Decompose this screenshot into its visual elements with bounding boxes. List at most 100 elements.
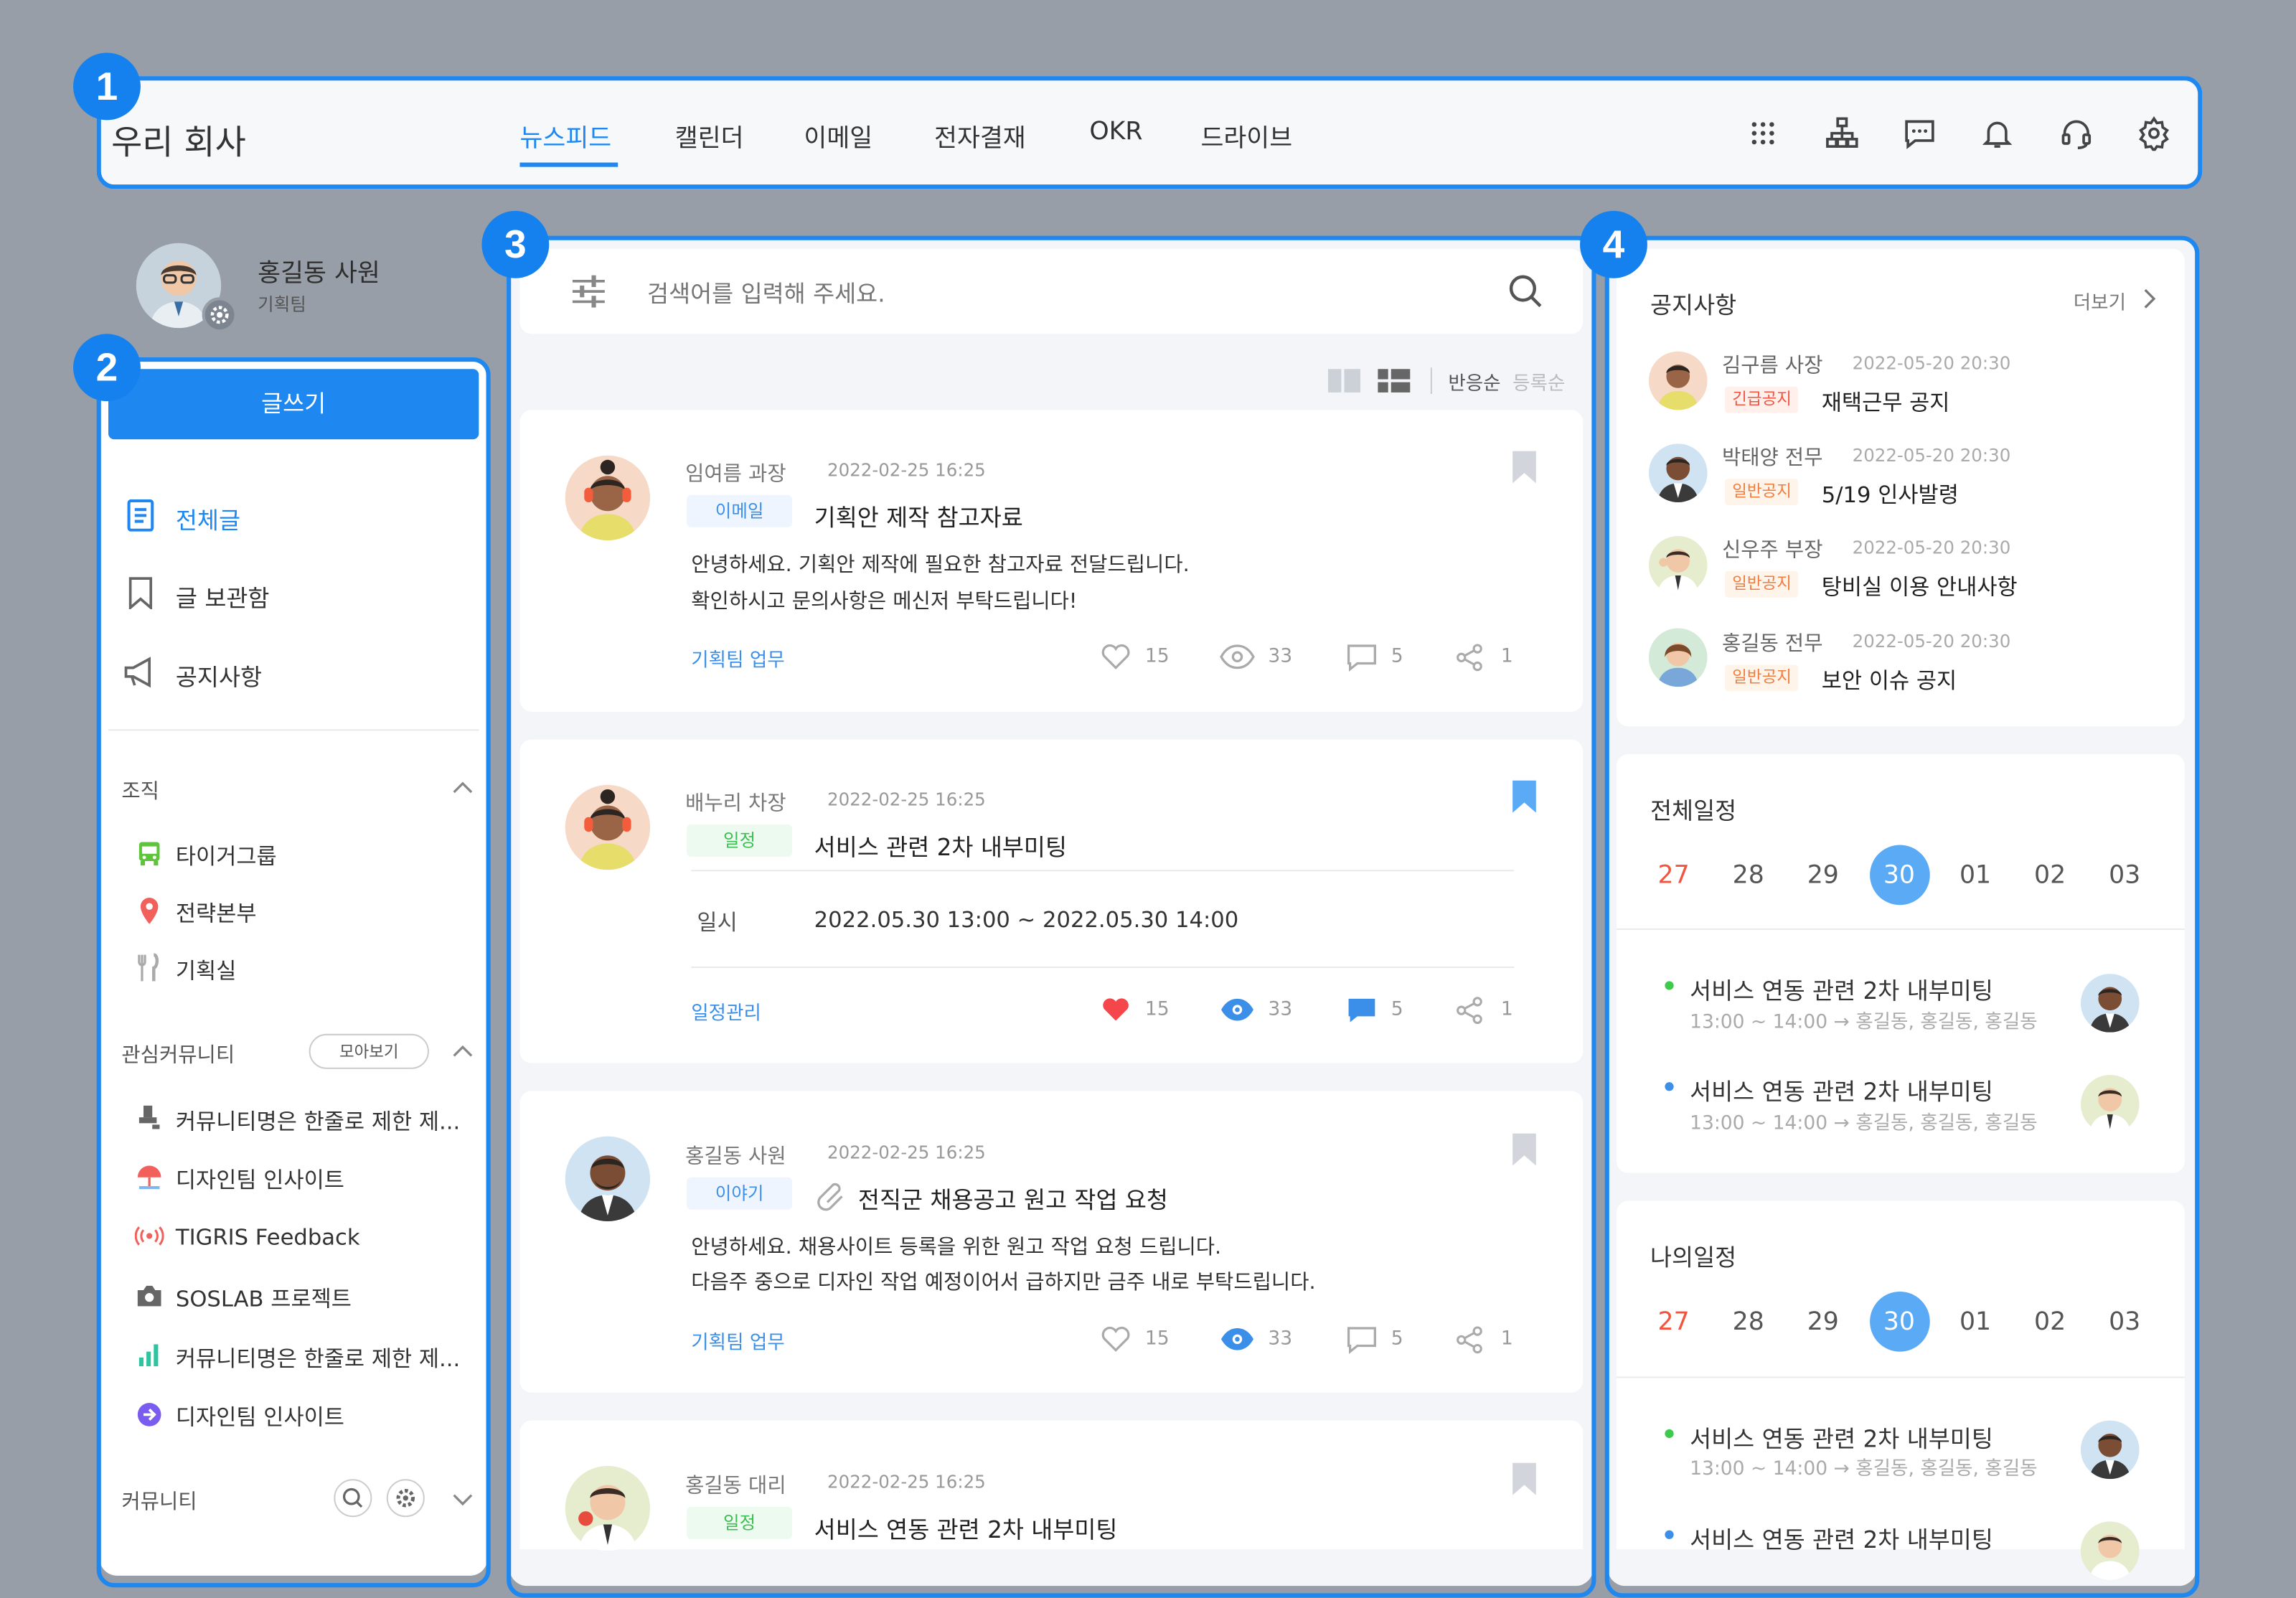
sidebar-item-all-posts[interactable]: 전체글 [176,501,240,536]
single-column-view-icon[interactable] [1327,367,1362,394]
community-settings-button[interactable] [386,1479,425,1518]
headset-icon[interactable] [2059,116,2094,151]
tab-calendar[interactable]: 캘린더 [675,117,744,154]
list-view-icon[interactable] [1376,367,1411,394]
calendar-day-selected[interactable]: 30 [1870,861,1929,890]
community-search-button[interactable] [334,1479,372,1518]
heart-icon[interactable] [1100,643,1132,671]
sidebar-item-saved-posts[interactable]: 글 보관함 [176,578,270,614]
post-tag[interactable]: 이메일 [687,494,793,527]
sidebar-item-notices[interactable]: 공지사항 [176,657,262,692]
profile-settings-badge[interactable] [202,297,237,333]
author-avatar[interactable] [565,1136,651,1222]
search-icon[interactable] [1505,271,1546,312]
sort-by-date[interactable]: 등록순 [1512,367,1565,395]
bookmark-icon[interactable] [1510,1462,1539,1497]
search-input[interactable] [644,269,1470,316]
post-category-link[interactable]: 일정관리 [691,997,761,1025]
event-title[interactable]: 서비스 연동 관련 2차 내부미팅 [1690,1419,1993,1454]
calendar-day[interactable]: 01 [1946,1307,2005,1337]
tab-approval[interactable]: 전자결재 [934,117,1026,154]
post-author[interactable]: 홍길동 대리 [685,1470,786,1500]
post-title[interactable]: 전직군 채용공고 원고 작업 요청 [858,1180,1168,1216]
author-avatar[interactable] [565,455,651,541]
post-title[interactable]: 서비스 연동 관련 2차 내부미팅 [814,1510,1118,1545]
calendar-day[interactable]: 29 [1794,1307,1853,1337]
apps-grid-icon[interactable] [1746,116,1781,151]
all-schedule-title: 전체일정 [1650,796,1737,824]
calendar-day[interactable]: 03 [2095,861,2154,890]
org-item-strategy-division[interactable]: 전략본부 [176,898,257,929]
post-tag[interactable]: 일정 [687,824,793,857]
org-chart-icon[interactable] [1825,116,1860,151]
post-tag[interactable]: 이야기 [687,1177,793,1210]
comment-icon[interactable] [1345,1325,1378,1355]
post-title[interactable]: 서비스 관련 2차 내부미팅 [814,827,1067,863]
chevron-up-icon[interactable] [451,779,475,796]
sort-by-reaction[interactable]: 반응순 [1448,367,1500,395]
company-name[interactable]: 우리 회사 [111,114,246,164]
bookmark-icon[interactable] [1510,450,1539,485]
filter-sliders-icon[interactable] [570,273,608,311]
notice-title[interactable]: 탕비실 이용 안내사항 [1822,571,2018,602]
bookmark-filled-icon[interactable] [1510,779,1539,814]
notice-title[interactable]: 재택근무 공지 [1822,387,1950,418]
calendar-day[interactable]: 02 [2020,1307,2079,1337]
bookmark-icon[interactable] [1510,1132,1539,1167]
event-title[interactable]: 서비스 연동 관련 2차 내부미팅 [1690,1072,1993,1107]
author-avatar[interactable] [565,1465,651,1551]
calendar-day[interactable]: 29 [1794,861,1853,890]
comment-count: 5 [1391,1328,1403,1350]
post-author[interactable]: 홍길동 사원 [685,1141,786,1170]
tab-email[interactable]: 이메일 [804,117,872,154]
community-item-4[interactable]: SOSLAB 프로젝트 [176,1283,352,1314]
collect-view-button[interactable]: 모아보기 [309,1033,429,1069]
tab-newsfeed[interactable]: 뉴스피드 [519,117,611,154]
settings-icon[interactable] [2137,116,2172,151]
tab-drive[interactable]: 드라이브 [1200,117,1292,154]
calendar-day-selected[interactable]: 30 [1870,1307,1929,1337]
heart-icon[interactable] [1100,1325,1132,1353]
notices-more-link[interactable]: 더보기 [2074,287,2126,315]
calendar-day[interactable]: 03 [2095,1307,2154,1337]
calendar-day-sunday[interactable]: 27 [1645,861,1703,890]
notice-date: 2022-05-20 20:30 [1852,352,2011,374]
community-item-2[interactable]: 디자인팀 인사이트 [176,1164,344,1195]
post-author[interactable]: 배누리 차장 [685,788,786,817]
community-item-5[interactable]: 커뮤니티명은 한줄로 제한 제... [176,1343,460,1373]
utensils-icon [138,953,159,982]
post-author[interactable]: 임여름 과장 [685,459,786,488]
bell-icon[interactable] [1980,116,2015,151]
chat-icon[interactable] [1902,116,1937,151]
event-title[interactable]: 서비스 연동 관련 2차 내부미팅 [1690,971,1993,1006]
author-avatar[interactable] [565,784,651,870]
notice-title[interactable]: 5/19 인사발령 [1822,479,1959,509]
share-icon[interactable] [1456,1325,1485,1355]
org-item-planning-office[interactable]: 기획실 [176,955,237,986]
tab-okr[interactable]: OKR [1089,117,1142,146]
chevron-right-icon[interactable] [2142,288,2157,309]
calendar-day[interactable]: 28 [1719,861,1778,890]
post-tag[interactable]: 일정 [687,1506,793,1539]
share-icon[interactable] [1456,996,1485,1025]
community-item-6[interactable]: 디자인팀 인사이트 [176,1401,344,1432]
post-title[interactable]: 기획안 제작 참고자료 [814,498,1023,533]
post-category-link[interactable]: 기획팀 업무 [691,1327,784,1355]
comment-filled-icon[interactable] [1345,996,1378,1025]
comment-icon[interactable] [1345,643,1378,672]
community-item-3[interactable]: TIGRIS Feedback [176,1224,360,1251]
write-button[interactable]: 글쓰기 [108,369,479,440]
sidebar-divider [108,729,479,731]
share-icon[interactable] [1456,643,1485,672]
calendar-day[interactable]: 02 [2020,861,2079,890]
chevron-down-icon[interactable] [451,1491,475,1508]
notice-title[interactable]: 보안 이슈 공지 [1822,665,1957,696]
calendar-day[interactable]: 28 [1719,1307,1778,1337]
calendar-day[interactable]: 01 [1946,861,2005,890]
org-item-tiger-group[interactable]: 타이거그룹 [176,840,277,871]
community-item-1[interactable]: 커뮤니티명은 한줄로 제한 제... [176,1106,460,1137]
heart-filled-icon[interactable] [1100,996,1132,1024]
calendar-day-sunday[interactable]: 27 [1645,1307,1703,1337]
post-category-link[interactable]: 기획팀 업무 [691,644,784,672]
chevron-up-icon[interactable] [451,1043,475,1060]
